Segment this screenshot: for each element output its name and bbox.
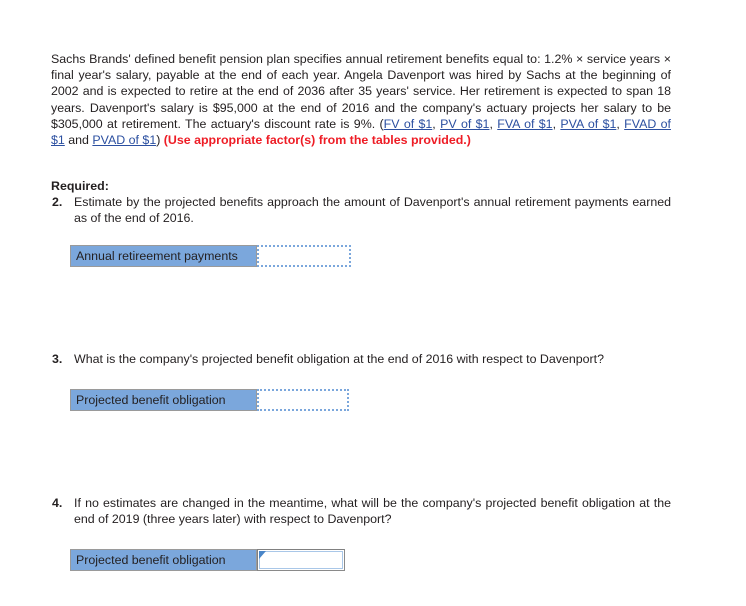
link-pv-of-1[interactable]: PV of $1 — [440, 117, 489, 131]
problem-statement: Sachs Brands' defined benefit pension pl… — [51, 51, 671, 148]
link-separator: , — [616, 116, 625, 131]
answer-label-annual-retirement-payments: Annual retireement payments — [70, 245, 257, 267]
question-2-text: Estimate by the projected benefits appro… — [74, 195, 671, 226]
question-4-text: If no estimates are changed in the meant… — [74, 496, 671, 527]
answer-row-question-3: Projected benefit obligation — [70, 389, 349, 411]
answer-label-projected-benefit-obligation-2016: Projected benefit obligation — [70, 389, 257, 411]
answer-input-inner[interactable] — [259, 551, 343, 569]
link-pvad-of-1[interactable]: PVAD of $1 — [92, 133, 156, 147]
answer-row-question-4: Projected benefit obligation — [70, 549, 345, 571]
answer-input-projected-benefit-obligation-2016[interactable] — [257, 389, 349, 411]
intro-close-paren: ) — [156, 133, 164, 148]
answer-input-annual-retirement-payments[interactable] — [257, 245, 351, 267]
link-separator: , — [432, 116, 441, 131]
link-pva-of-1[interactable]: PVA of $1 — [560, 117, 616, 131]
question-3-number: 3. — [52, 352, 63, 366]
required-heading: Required: — [51, 179, 109, 193]
question-2: 2. Estimate by the projected benefits ap… — [51, 194, 671, 226]
worksheet-page: Sachs Brands' defined benefit pension pl… — [0, 0, 746, 606]
question-3-text: What is the company's projected benefit … — [74, 352, 604, 366]
link-fv-of-1[interactable]: FV of $1 — [384, 117, 433, 131]
question-2-number: 2. — [52, 195, 63, 209]
question-4-number: 4. — [52, 496, 63, 510]
answer-label-projected-benefit-obligation-2019: Projected benefit obligation — [70, 549, 257, 571]
link-and-word: and — [68, 133, 89, 148]
answer-input-projected-benefit-obligation-2019[interactable] — [257, 549, 345, 571]
question-4: 4. If no estimates are changed in the me… — [51, 495, 671, 527]
answer-row-question-2: Annual retireement payments — [70, 245, 351, 267]
instruction-note: (Use appropriate factor(s) from the tabl… — [163, 133, 471, 148]
link-fva-of-1[interactable]: FVA of $1 — [497, 117, 552, 131]
question-3: 3. What is the company's projected benef… — [51, 351, 671, 367]
